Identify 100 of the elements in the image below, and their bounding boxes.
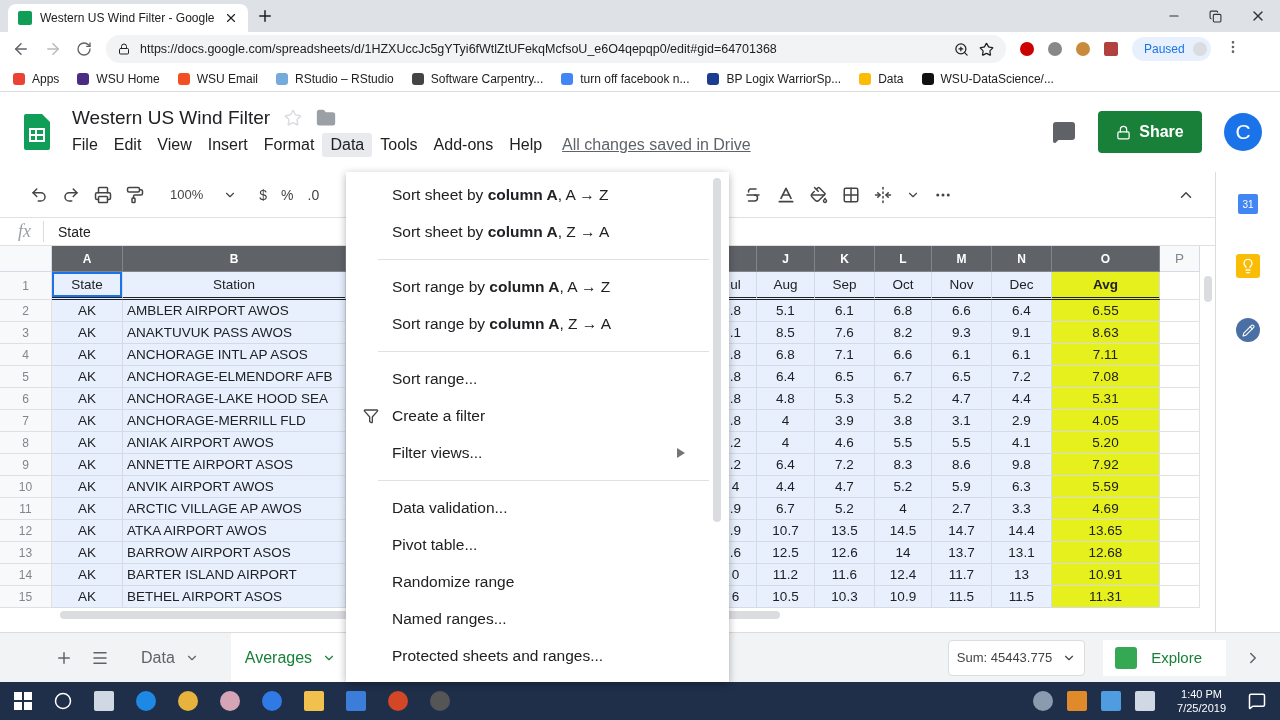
zoom-select[interactable]: 100% (158, 187, 246, 202)
bookmark[interactable]: BP Logix WarriorSp... (706, 71, 842, 86)
table-cell: 8.5 (757, 322, 815, 344)
save-status-link[interactable]: All changes saved in Drive (562, 136, 751, 154)
table-cell: 8.63 (1052, 322, 1160, 344)
table-cell: 7.2 (815, 454, 875, 476)
browser-tab[interactable]: Western US Wind Filter - Google (8, 4, 248, 32)
bookmark[interactable]: WSU-DataScience/... (920, 71, 1054, 86)
address-bar[interactable]: https://docs.google.com/spreadsheets/d/1HZXUccJc5gYTyi6fWtlZtUFekqMcfsoU_e6O4qepqp0/edit#gid=64701368 (106, 35, 1006, 63)
row-number[interactable]: 14 (0, 564, 52, 586)
column-header[interactable]: B (123, 246, 346, 272)
bookmark[interactable]: Data (858, 71, 904, 86)
table-cell: AK (52, 586, 123, 608)
table-cell: 13.65 (1052, 520, 1160, 542)
account-avatar[interactable]: C (1224, 113, 1262, 151)
menu-item[interactable]: Insert (199, 133, 256, 157)
table-cell: AK (52, 432, 123, 454)
table-cell: 11.31 (1052, 586, 1160, 608)
sum-dropdown[interactable]: Sum: 45443.775 (947, 639, 1086, 676)
menu-option[interactable]: Sort sheet by column A, Z → A (346, 213, 729, 250)
row-number[interactable]: 13 (0, 542, 52, 564)
table-cell: 5.5 (875, 432, 932, 454)
table-cell: ANIAK AIRPORT AWOS (123, 432, 346, 454)
column-header[interactable]: J (757, 246, 815, 272)
format-button[interactable]: $ (259, 186, 268, 203)
format-button[interactable]: .0 (307, 186, 320, 203)
table-cell: 4 (757, 432, 815, 454)
column-header[interactable]: K (815, 246, 875, 272)
format-button[interactable]: % (281, 186, 294, 203)
bookmark[interactable]: Apps (12, 71, 60, 86)
table-cell: ANCHORAGE-LAKE HOOD SEA (123, 388, 346, 410)
row-number[interactable]: 5 (0, 366, 52, 388)
table-cell: 7.92 (1052, 454, 1160, 476)
column-header[interactable]: A (52, 246, 123, 272)
table-cell: ANCHORAGE-MERRILL FLD (123, 410, 346, 432)
table-cell: ANCHORAGE-ELMENDORF AFB (123, 366, 346, 388)
row-number[interactable]: 3 (0, 322, 52, 344)
table-cell: 13 (992, 564, 1052, 586)
table-cell: AK (52, 520, 123, 542)
menu-item[interactable]: Edit (105, 133, 150, 157)
bookmark[interactable]: WSU Home (76, 71, 160, 86)
table-cell: AK (52, 410, 123, 432)
table-cell: 10.9 (875, 586, 932, 608)
table-cell: 6.4 (757, 366, 815, 388)
table-cell: AK (52, 498, 123, 520)
table-cell: 6.1 (932, 344, 992, 366)
column-header[interactable]: N (992, 246, 1052, 272)
row-number[interactable]: 6 (0, 388, 52, 410)
table-cell: 8.6 (932, 454, 992, 476)
table-cell: 4.6 (815, 432, 875, 454)
bookmark[interactable]: RStudio – RStudio (275, 71, 394, 86)
row-number[interactable]: 12 (0, 520, 52, 542)
clock[interactable]: 1:40 PM 7/25/2019 (1177, 687, 1226, 715)
bookmark[interactable]: WSU Email (176, 71, 259, 86)
menu-item[interactable]: Tools (372, 133, 426, 157)
formula-field[interactable]: State (58, 223, 91, 240)
header-cell: Dec (992, 272, 1052, 300)
bookmark[interactable]: Software Carpentry... (410, 71, 544, 86)
row-number[interactable]: 8 (0, 432, 52, 454)
table-cell: AK (52, 300, 123, 322)
profile-chip[interactable]: Paused (1132, 37, 1211, 61)
table-cell: 5.5 (932, 432, 992, 454)
table-cell: 4.69 (1052, 498, 1160, 520)
column-header[interactable]: P (1160, 246, 1200, 272)
table-cell: 10.91 (1052, 564, 1160, 586)
menu-item[interactable]: Add-ons (425, 133, 502, 157)
document-title[interactable]: Western US Wind Filter (72, 107, 271, 129)
calendar-icon[interactable]: 31 (1238, 194, 1258, 214)
explore-button[interactable]: Explore (1103, 639, 1226, 676)
table-cell: 12.5 (757, 542, 815, 564)
table-cell: 5.20 (1052, 432, 1160, 454)
table-cell: 4.8 (757, 388, 815, 410)
row-number[interactable]: 10 (0, 476, 52, 498)
menu-item[interactable]: Format (255, 133, 323, 157)
table-cell: 5.2 (875, 388, 932, 410)
menu-option[interactable]: Sort sheet by column A, A → Z (346, 176, 729, 213)
table-cell: BETHEL AIRPORT ASOS (123, 586, 346, 608)
table-cell: 4.05 (1052, 410, 1160, 432)
table-cell: 11.5 (992, 586, 1052, 608)
table-cell: 4.4 (757, 476, 815, 498)
menu-item[interactable]: View (149, 133, 200, 157)
column-header[interactable]: L (875, 246, 932, 272)
menu-item[interactable]: File (64, 133, 106, 157)
column-header[interactable]: M (932, 246, 992, 272)
sheet-tab[interactable]: Data (127, 632, 213, 683)
table-cell: 9.1 (992, 322, 1052, 344)
row-number[interactable]: 11 (0, 498, 52, 520)
table-cell: 10.5 (757, 586, 815, 608)
table-cell: 6.3 (992, 476, 1052, 498)
table-cell: AK (52, 476, 123, 498)
header-cell: State (52, 272, 123, 300)
table-cell: 6.1 (815, 300, 875, 322)
row-number[interactable]: 15 (0, 586, 52, 608)
menu-item[interactable]: Data (322, 133, 373, 157)
column-header[interactable]: O (1052, 246, 1160, 272)
bookmark[interactable]: turn off facebook n... (560, 71, 690, 86)
menu-item[interactable]: Help (501, 133, 551, 157)
row-number[interactable]: 9 (0, 454, 52, 476)
share-button[interactable]: Share (1098, 111, 1202, 153)
row-number[interactable]: 2 (0, 300, 52, 322)
